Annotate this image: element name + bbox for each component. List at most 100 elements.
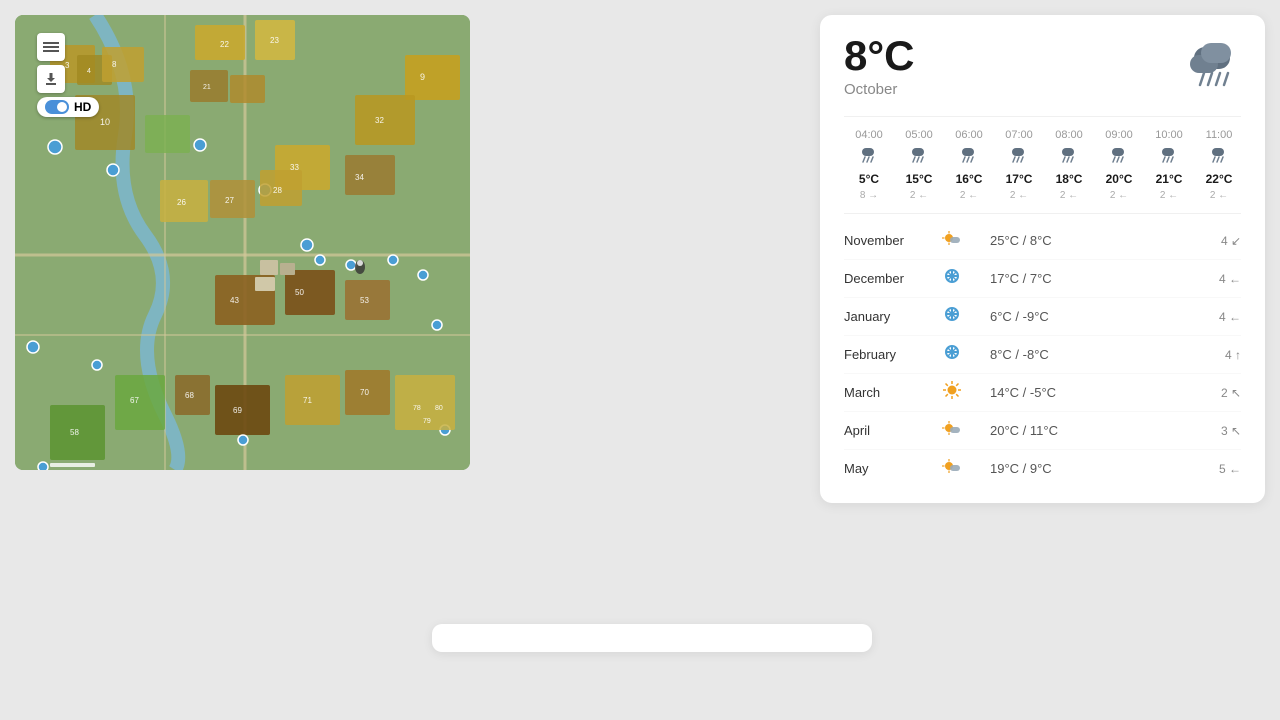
hour-wind: 8 → (860, 190, 878, 201)
svg-text:71: 71 (303, 396, 312, 405)
svg-text:23: 23 (270, 36, 279, 45)
svg-text:70: 70 (360, 388, 369, 397)
hour-time: 04:00 (855, 129, 883, 141)
hour-wind: 2 ← (1110, 190, 1128, 201)
hour-time: 07:00 (1005, 129, 1033, 141)
svg-text:8: 8 (112, 60, 117, 69)
month-name: May (844, 461, 934, 476)
hour-temp: 18°C (1056, 172, 1083, 186)
main-weather-icon (1186, 35, 1241, 100)
svg-text:43: 43 (230, 296, 239, 305)
month-name: December (844, 271, 934, 286)
svg-text:67: 67 (130, 396, 139, 405)
month-icon (934, 304, 970, 329)
rain-icon (1210, 145, 1228, 168)
map-controls (37, 33, 65, 93)
svg-text:34: 34 (355, 173, 364, 182)
month-row: February 8°C / -8°C 4 ↑ (844, 336, 1241, 374)
hourly-item: 04:00 5°C 8 → (844, 129, 894, 201)
current-temperature: 8°C (844, 35, 915, 77)
hour-time: 08:00 (1055, 129, 1083, 141)
svg-text:78: 78 (413, 405, 421, 412)
rain-icon (910, 145, 928, 168)
players-panel (432, 624, 872, 652)
rain-icon (1060, 145, 1078, 168)
svg-text:9: 9 (420, 72, 425, 82)
hour-wind: 2 ← (960, 190, 978, 201)
month-icon (934, 228, 970, 253)
rain-icon (1110, 145, 1128, 168)
svg-text:27: 27 (225, 196, 234, 205)
hour-temp: 17°C (1006, 172, 1033, 186)
hour-temp: 21°C (1156, 172, 1183, 186)
hourly-forecast: 04:00 5°C 8 → 05:00 15°C 2 ← 06:00 (844, 116, 1241, 201)
month-icon (934, 380, 970, 405)
hour-wind: 2 ← (1160, 190, 1178, 201)
svg-text:68: 68 (185, 391, 194, 400)
hour-temp: 16°C (956, 172, 983, 186)
svg-text:69: 69 (233, 406, 242, 415)
weather-current: 8°C October (844, 35, 915, 98)
svg-text:80: 80 (435, 405, 443, 412)
month-row: December 17°C / 7°C 4 ← (844, 260, 1241, 298)
hour-time: 09:00 (1105, 129, 1133, 141)
svg-text:79: 79 (423, 418, 431, 425)
svg-text:32: 32 (375, 116, 384, 125)
month-name: January (844, 309, 934, 324)
weather-header: 8°C October (844, 35, 1241, 100)
hourly-item: 06:00 16°C 2 ← (944, 129, 994, 201)
hour-temp: 20°C (1106, 172, 1133, 186)
svg-text:53: 53 (360, 296, 369, 305)
hourly-item: 11:00 22°C 2 ← (1194, 129, 1241, 201)
current-month: October (844, 81, 915, 98)
month-icon (934, 418, 970, 443)
month-icon (934, 456, 970, 481)
hour-time: 05:00 (905, 129, 933, 141)
svg-text:28: 28 (273, 186, 282, 195)
month-wind: 4 ↙ (1191, 234, 1241, 248)
hourly-item: 07:00 17°C 2 ← (994, 129, 1044, 201)
hourly-item: 05:00 15°C 2 ← (894, 129, 944, 201)
layers-button[interactable] (37, 33, 65, 61)
hour-time: 10:00 (1155, 129, 1183, 141)
svg-text:22: 22 (220, 40, 229, 49)
month-name: February (844, 347, 934, 362)
month-name: April (844, 423, 934, 438)
hourly-item: 10:00 21°C 2 ← (1144, 129, 1194, 201)
monthly-forecast: November 25°C / 8°C 4 ↙ December 17°C / … (844, 213, 1241, 487)
rain-icon (1160, 145, 1178, 168)
month-temps: 25°C / 8°C (970, 233, 1191, 248)
month-wind: 3 ↖ (1191, 424, 1241, 438)
month-row: March 14°C / -5°C 2 ↖ (844, 374, 1241, 412)
hour-wind: 2 ← (1210, 190, 1228, 201)
hourly-item: 09:00 20°C 2 ← (1094, 129, 1144, 201)
hour-temp: 22°C (1206, 172, 1233, 186)
month-wind: 2 ↖ (1191, 386, 1241, 400)
hour-temp: 15°C (906, 172, 933, 186)
month-wind: 4 ← (1191, 272, 1241, 286)
svg-text:50: 50 (295, 288, 304, 297)
hour-wind: 2 ← (1010, 190, 1028, 201)
map-panel: 22 23 9 32 33 34 43 50 53 69 68 58 67 (15, 15, 470, 470)
hour-wind: 2 ← (910, 190, 928, 201)
month-wind: 4 ← (1191, 310, 1241, 324)
month-temps: 8°C / -8°C (970, 347, 1191, 362)
hour-wind: 2 ← (1060, 190, 1078, 201)
rain-icon (1010, 145, 1028, 168)
hour-time: 06:00 (955, 129, 983, 141)
toggle-knob (57, 102, 67, 112)
svg-text:58: 58 (70, 428, 79, 437)
hd-toggle[interactable]: HD (37, 97, 99, 117)
svg-text:10: 10 (100, 117, 110, 127)
month-temps: 20°C / 11°C (970, 423, 1191, 438)
toggle-switch[interactable] (45, 100, 69, 114)
month-temps: 17°C / 7°C (970, 271, 1191, 286)
month-name: November (844, 233, 934, 248)
month-icon (934, 266, 970, 291)
month-temps: 14°C / -5°C (970, 385, 1191, 400)
rain-icon (960, 145, 978, 168)
svg-text:3: 3 (65, 61, 70, 70)
month-wind: 4 ↑ (1191, 348, 1241, 362)
weather-panel: 8°C October 04:00 (820, 15, 1265, 503)
download-button[interactable] (37, 65, 65, 93)
